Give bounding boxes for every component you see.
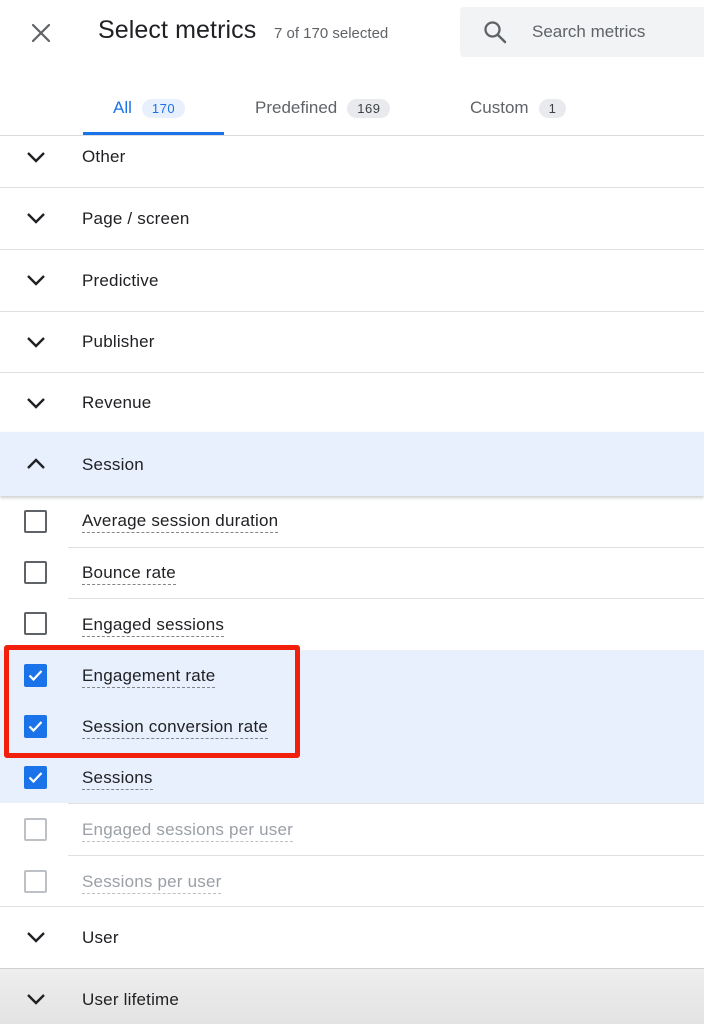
category-user[interactable]: User — [0, 907, 704, 968]
chevron-down-icon — [27, 337, 45, 348]
chevron-down-icon — [27, 275, 45, 286]
chevron-down-icon — [27, 932, 45, 943]
metric-row[interactable]: Sessions — [0, 752, 704, 804]
category-user-lifetime[interactable]: User lifetime — [0, 968, 704, 1024]
chevron-up-icon — [27, 458, 45, 469]
chevron-down-icon — [27, 213, 45, 224]
checkbox-checked[interactable] — [24, 766, 47, 789]
metric-row[interactable]: Session conversion rate — [0, 701, 704, 752]
close-icon — [31, 23, 51, 43]
category-label: Predictive — [82, 271, 159, 290]
metric-label: Bounce rate — [82, 563, 176, 585]
category-publisher[interactable]: Publisher — [0, 312, 704, 373]
chevron-down-icon — [27, 994, 45, 1005]
category-label: User — [82, 928, 119, 947]
search-icon — [484, 21, 507, 44]
category-page-screen[interactable]: Page / screen — [0, 188, 704, 250]
search-input[interactable] — [532, 7, 702, 57]
category-label: Session — [82, 455, 144, 474]
checkmark-icon — [28, 721, 43, 733]
metric-label: Sessions per user — [82, 872, 222, 894]
category-label: Other — [82, 147, 126, 166]
metric-row[interactable]: Average session duration — [0, 497, 704, 548]
tab-count-badge: 1 — [538, 98, 567, 118]
category-label: Page / screen — [82, 209, 190, 228]
metric-label: Session conversion rate — [82, 717, 269, 739]
category-revenue[interactable]: Revenue — [0, 373, 704, 432]
tab-all[interactable]: All 170 — [113, 80, 186, 136]
tab-label: Custom — [470, 98, 529, 117]
tab-label: All — [113, 98, 132, 117]
chevron-down-icon — [27, 152, 45, 163]
metric-row-disabled: Sessions per user — [0, 856, 704, 907]
category-session[interactable]: Session — [0, 432, 704, 496]
tab-custom[interactable]: Custom 1 — [470, 80, 567, 136]
checkbox-disabled — [24, 818, 47, 841]
category-predictive[interactable]: Predictive — [0, 250, 704, 312]
dialog-header: Select metrics 7 of 170 selected — [0, 0, 704, 70]
category-other[interactable]: Other — [0, 136, 704, 188]
tab-count-badge: 170 — [141, 98, 186, 118]
checkbox-checked[interactable] — [24, 715, 47, 738]
tab-bar: All 170 Predefined 169 Custom 1 — [0, 80, 704, 136]
category-label: User lifetime — [82, 990, 180, 1009]
checkmark-icon — [28, 772, 43, 784]
tab-label: Predefined — [255, 98, 338, 117]
close-button[interactable] — [26, 18, 56, 48]
category-label: Publisher — [82, 332, 155, 351]
checkbox-disabled — [24, 870, 47, 893]
checkmark-icon — [28, 670, 43, 682]
active-tab-indicator — [83, 132, 224, 135]
checkbox[interactable] — [24, 510, 47, 533]
metric-row[interactable]: Engagement rate — [0, 650, 704, 701]
metric-label: Engagement rate — [82, 666, 216, 688]
metric-row-disabled: Engaged sessions per user — [0, 804, 704, 856]
search-box[interactable] — [460, 7, 704, 57]
checkbox[interactable] — [24, 561, 47, 584]
metric-row[interactable]: Bounce rate — [0, 548, 704, 599]
category-label: Revenue — [82, 393, 152, 412]
tab-count-badge: 169 — [347, 98, 391, 118]
metric-label: Engaged sessions per user — [82, 820, 294, 842]
dialog-title: Select metrics — [98, 16, 257, 44]
tab-predefined[interactable]: Predefined 169 — [255, 80, 391, 136]
metric-label: Engaged sessions — [82, 615, 225, 637]
checkbox-checked[interactable] — [24, 664, 47, 687]
metric-label: Sessions — [82, 768, 153, 790]
selection-count: 7 of 170 selected — [274, 25, 389, 42]
chevron-down-icon — [27, 398, 45, 409]
metric-row[interactable]: Engaged sessions — [0, 599, 704, 650]
checkbox[interactable] — [24, 612, 47, 635]
metric-label: Average session duration — [82, 511, 279, 533]
